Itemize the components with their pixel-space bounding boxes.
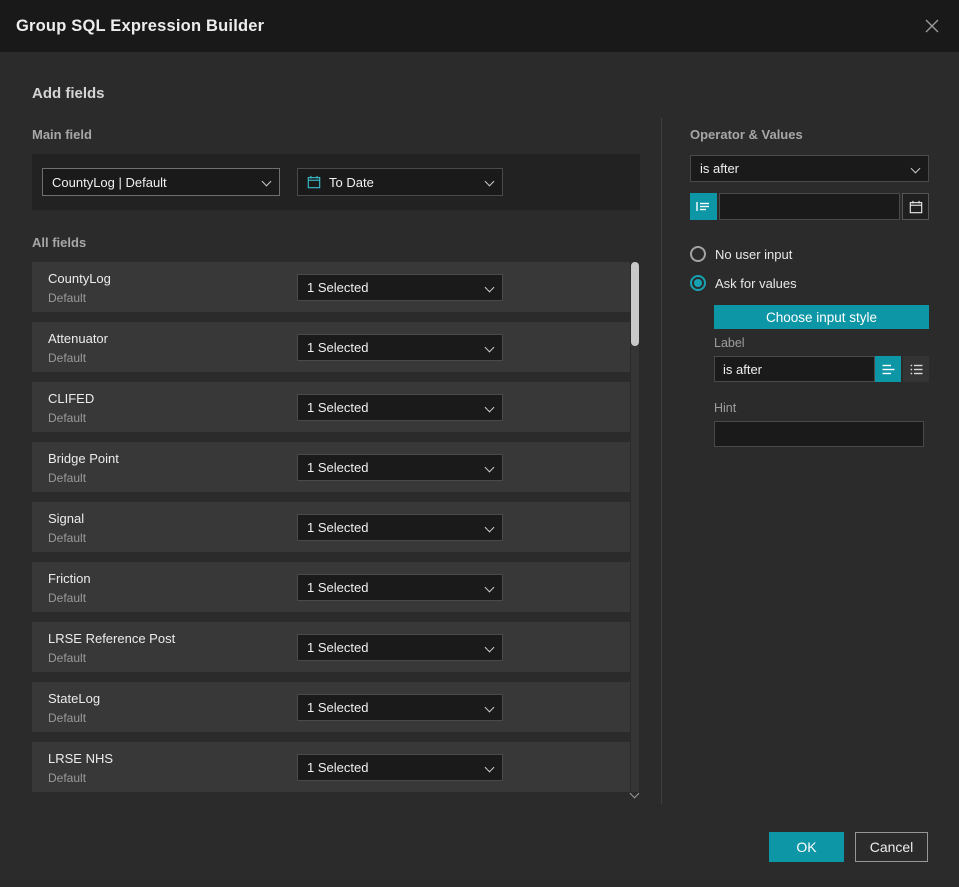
operator-select[interactable]: is after xyxy=(690,155,929,182)
table-row: Friction Default 1 Selected xyxy=(32,562,630,612)
chevron-down-icon xyxy=(485,404,493,412)
chevron-down-icon xyxy=(485,764,493,772)
field-value-select[interactable]: 1 Selected xyxy=(297,274,503,301)
label-caption: Label xyxy=(714,336,745,350)
main-field-date-select[interactable]: To Date xyxy=(297,168,503,196)
table-row: Bridge Point Default 1 Selected xyxy=(32,442,630,492)
field-value-select[interactable]: 1 Selected xyxy=(297,754,503,781)
chevron-down-icon xyxy=(485,464,493,472)
field-sublabel: Default xyxy=(48,771,87,785)
field-sublabel: Default xyxy=(48,411,87,425)
operator-values-heading: Operator & Values xyxy=(690,127,803,142)
chevron-down-icon xyxy=(485,178,493,186)
field-name: StateLog xyxy=(48,691,101,706)
main-field-label: Main field xyxy=(32,127,92,142)
table-row: CountyLog Default 1 Selected xyxy=(32,262,630,312)
radio-no-user-input[interactable] xyxy=(690,246,706,262)
table-row: LRSE Reference Post Default 1 Selected xyxy=(32,622,630,672)
field-sublabel: Default xyxy=(48,471,87,485)
field-sublabel: Default xyxy=(48,351,87,365)
main-field-panel: CountyLog | Default To Date xyxy=(32,154,640,210)
field-name: Attenuator xyxy=(48,331,108,346)
field-name: LRSE Reference Post xyxy=(48,631,176,646)
add-fields-heading: Add fields xyxy=(32,85,105,102)
chevron-down-icon xyxy=(485,524,493,532)
set-from-field-icon[interactable] xyxy=(690,193,717,220)
radio-ask-for-values-label[interactable]: Ask for values xyxy=(715,276,797,291)
field-sublabel: Default xyxy=(48,711,87,725)
main-field-select[interactable]: CountyLog | Default xyxy=(42,168,280,196)
field-sublabel: Default xyxy=(48,651,87,665)
field-name: CLIFED xyxy=(48,391,95,406)
close-icon[interactable] xyxy=(921,15,943,37)
choose-input-style-button[interactable]: Choose input style xyxy=(714,305,929,329)
cancel-button[interactable]: Cancel xyxy=(855,832,928,862)
hint-input[interactable] xyxy=(714,421,924,447)
dialog-titlebar: Group SQL Expression Builder xyxy=(0,0,959,52)
field-sublabel: Default xyxy=(48,531,87,545)
table-row: Signal Default 1 Selected xyxy=(32,502,630,552)
field-name: Bridge Point xyxy=(48,451,119,466)
ok-button[interactable]: OK xyxy=(769,832,844,862)
field-name: CountyLog xyxy=(48,271,111,286)
field-sublabel: Default xyxy=(48,591,87,605)
field-value-select[interactable]: 1 Selected xyxy=(297,574,503,601)
table-row: CLIFED Default 1 Selected xyxy=(32,382,630,432)
chevron-down-icon xyxy=(485,284,493,292)
vertical-divider xyxy=(661,118,662,804)
field-name: Signal xyxy=(48,511,85,526)
calendar-icon xyxy=(307,175,321,189)
bullet-list-icon[interactable] xyxy=(903,356,929,382)
dialog-title: Group SQL Expression Builder xyxy=(16,16,265,35)
chevron-down-icon xyxy=(485,704,493,712)
field-value-select[interactable]: 1 Selected xyxy=(297,694,503,721)
scroll-down-icon[interactable] xyxy=(629,789,641,799)
radio-ask-for-values[interactable] xyxy=(690,275,706,291)
chevron-down-icon xyxy=(485,644,493,652)
calendar-picker-icon[interactable] xyxy=(902,193,929,220)
chevron-down-icon xyxy=(911,165,919,173)
field-name: LRSE NHS xyxy=(48,751,114,766)
chevron-down-icon xyxy=(262,178,270,186)
align-left-icon[interactable] xyxy=(875,356,901,382)
field-value-select[interactable]: 1 Selected xyxy=(297,394,503,421)
table-row: Attenuator Default 1 Selected xyxy=(32,322,630,372)
hint-caption: Hint xyxy=(714,401,737,415)
radio-no-user-input-label[interactable]: No user input xyxy=(715,247,792,262)
value-input[interactable] xyxy=(719,193,900,220)
chevron-down-icon xyxy=(485,344,493,352)
chevron-down-icon xyxy=(485,584,493,592)
scrollbar-thumb[interactable] xyxy=(631,262,639,346)
field-value-select[interactable]: 1 Selected xyxy=(297,514,503,541)
table-row: LRSE NHS Default 1 Selected xyxy=(32,742,630,792)
field-sublabel: Default xyxy=(48,291,87,305)
all-fields-label: All fields xyxy=(32,235,87,250)
field-value-select[interactable]: 1 Selected xyxy=(297,634,503,661)
label-input[interactable] xyxy=(714,356,875,382)
field-value-select[interactable]: 1 Selected xyxy=(297,334,503,361)
table-row: StateLog Default 1 Selected xyxy=(32,682,630,732)
field-name: Friction xyxy=(48,571,91,586)
field-value-select[interactable]: 1 Selected xyxy=(297,454,503,481)
